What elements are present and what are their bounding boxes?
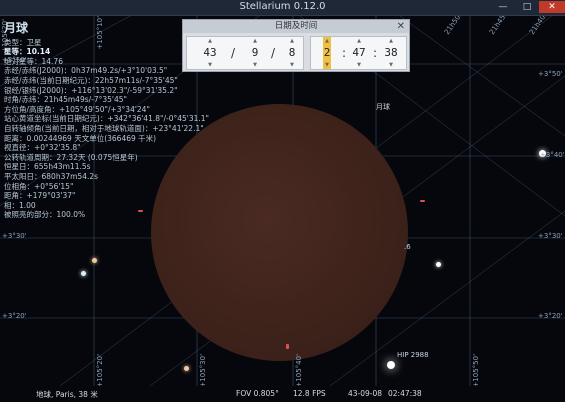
grid-label: +3°50' bbox=[538, 70, 563, 78]
dialog-close-button[interactable]: ✕ bbox=[397, 20, 405, 33]
month-up-icon[interactable]: ▲ bbox=[250, 38, 260, 44]
star-label-partial: .6 bbox=[404, 243, 411, 251]
info-phase-angle: 位相角：+0°56'15" bbox=[4, 181, 74, 191]
date-fields: 43 ▲ ▼ / 9 ▲ ▼ / 8 ▲ ▼ bbox=[186, 36, 304, 70]
info-axis-tilt: 自转轴倾角(当前日期，相对于地球轨道面)：+23°41'22.1" bbox=[4, 123, 204, 133]
status-fov: FOV 0.805° bbox=[236, 389, 279, 398]
grid-label: +105°50' bbox=[472, 354, 480, 386]
second-value: 38 bbox=[384, 46, 398, 59]
moon-label: 月球 bbox=[376, 103, 390, 111]
grid-label: +3°30' bbox=[538, 232, 563, 240]
grid-label: +105°40' bbox=[295, 354, 303, 386]
time-separator: : bbox=[342, 46, 347, 60]
info-galactic: 银经/银纬(J2000)：+116°13'02.3"/-59°31'35.2" bbox=[4, 85, 178, 95]
star[interactable] bbox=[92, 258, 97, 263]
info-radec-date: 赤经/赤纬(当前日期纪元)：22h57m11s/-7°35'45" bbox=[4, 75, 178, 85]
info-hourangle: 时角/赤纬：21h45m49s/-7°35'45" bbox=[4, 95, 127, 105]
star[interactable] bbox=[436, 262, 441, 267]
info-sidereal-day: 恒星日：655h43m11.5s bbox=[4, 162, 91, 172]
time-separator: : bbox=[373, 46, 378, 60]
info-abs-magnitude: 绝对星等：14.76 bbox=[4, 56, 63, 66]
minute-value: 47 bbox=[352, 46, 366, 59]
date-separator: / bbox=[271, 46, 276, 60]
second-down-icon[interactable]: ▼ bbox=[386, 62, 396, 68]
grid-label: +3°30' bbox=[2, 232, 27, 240]
day-down-icon[interactable]: ▼ bbox=[287, 62, 297, 68]
info-illuminated: 被照亮的部分：100.0% bbox=[4, 210, 86, 220]
date-time-dialog: 日期及时间 ✕ 43 ▲ ▼ / 9 ▲ ▼ / 8 ▲ ▼ 2 ▲ ▼ : 4… bbox=[182, 19, 410, 72]
info-elongation: 距角：+179°03'37" bbox=[4, 191, 76, 201]
info-solar-day: 平太阳日：680h37m54.2s bbox=[4, 171, 99, 181]
info-radec-j2000: 赤经/赤纬(J2000)：0h37m49.2s/+3°10'03.5" bbox=[4, 66, 168, 76]
info-apparent-diameter: 视直径：+0°32'35.8" bbox=[4, 143, 81, 153]
object-marker bbox=[286, 344, 289, 349]
status-time: 02:47:38 bbox=[388, 389, 422, 398]
year-down-icon[interactable]: ▼ bbox=[205, 62, 215, 68]
close-button[interactable]: ✕ bbox=[539, 1, 565, 13]
minute-up-icon[interactable]: ▲ bbox=[354, 38, 364, 44]
info-distance: 距离：0.00244969 天文单位(366469 千米) bbox=[4, 133, 157, 143]
info-phase: 相：1.00 bbox=[4, 200, 36, 210]
status-date: 43-09-08 bbox=[348, 389, 383, 398]
info-azalt: 方位角/高度角：+105°49'50"/+3°34'24" bbox=[4, 104, 150, 114]
info-type: 类型：卫星 bbox=[4, 37, 42, 47]
status-bar: 地球, Paris, 38 米 FOV 0.805° 12.8 FPS 43-0… bbox=[0, 386, 565, 402]
minimize-button[interactable]: — bbox=[493, 1, 513, 13]
month-down-icon[interactable]: ▼ bbox=[250, 62, 260, 68]
minute-down-icon[interactable]: ▼ bbox=[354, 62, 364, 68]
year-up-icon[interactable]: ▲ bbox=[205, 38, 215, 44]
dialog-title: 日期及时间 bbox=[183, 20, 409, 33]
status-fps: 12.8 FPS bbox=[293, 389, 326, 398]
object-name: 月球 bbox=[4, 21, 29, 35]
hour-down-icon[interactable]: ▼ bbox=[322, 62, 332, 68]
maximize-button[interactable]: □ bbox=[517, 1, 537, 13]
window-titlebar: Stellarium 0.12.0 — □ ✕ bbox=[0, 0, 565, 16]
grid-label: +3°20' bbox=[538, 312, 563, 320]
grid-label: +3°40' bbox=[540, 151, 565, 159]
info-orbital-period: 公转轨道周期：27.32天 (0.075恒星年) bbox=[4, 152, 138, 162]
grid-label: +105°30' bbox=[199, 354, 207, 386]
info-magnitude: 星等：10.14 bbox=[4, 47, 51, 57]
day-up-icon[interactable]: ▲ bbox=[287, 38, 297, 44]
object-marker bbox=[420, 200, 425, 202]
grid-label: +3°20' bbox=[2, 312, 27, 320]
star[interactable] bbox=[184, 366, 189, 371]
year-value: 43 bbox=[203, 46, 217, 59]
hour-up-icon[interactable]: ▲ bbox=[322, 38, 332, 44]
time-fields: 2 ▲ ▼ : 47 ▲ ▼ : 38 ▲ ▼ bbox=[310, 36, 407, 70]
star-label: HIP 2988 bbox=[397, 351, 429, 359]
day-value: 8 bbox=[288, 46, 296, 59]
date-separator: / bbox=[231, 46, 236, 60]
second-up-icon[interactable]: ▲ bbox=[386, 38, 396, 44]
object-info-panel: 月球 类型：卫星 星等：10.14 绝对星等：14.76 赤经/赤纬(J2000… bbox=[4, 22, 209, 220]
star-hip-2988[interactable] bbox=[387, 361, 395, 369]
window-title: Stellarium 0.12.0 bbox=[239, 1, 326, 12]
star[interactable] bbox=[81, 271, 86, 276]
month-value: 9 bbox=[251, 46, 259, 59]
status-location: 地球, Paris, 38 米 bbox=[36, 390, 98, 399]
info-ecliptic: 站心黄道坐标(当前日期纪元)：+342°36'41.8"/-0°45'31.1" bbox=[4, 114, 209, 124]
grid-label: +105°20' bbox=[96, 354, 104, 386]
